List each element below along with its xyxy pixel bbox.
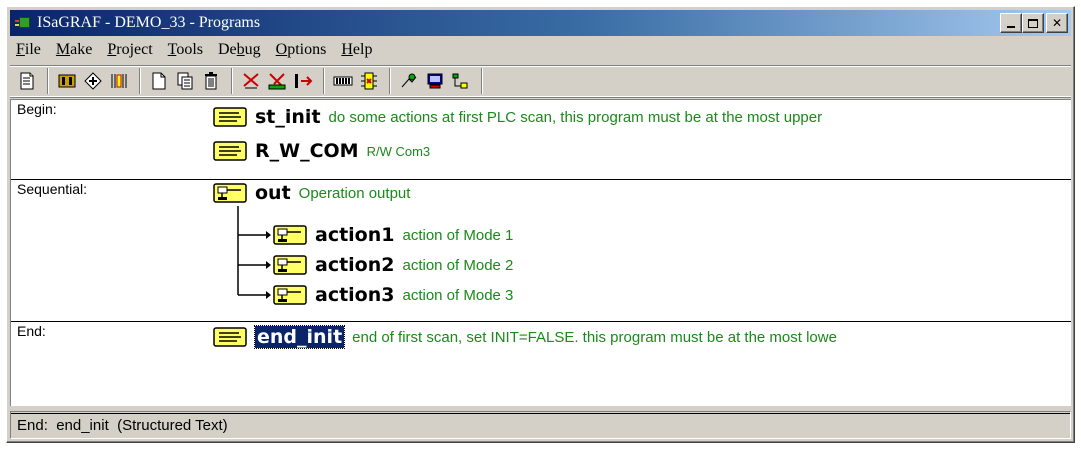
- program-out[interactable]: out Operation output: [213, 182, 410, 204]
- toolbar-separator: [323, 68, 325, 94]
- menu-tools[interactable]: Tools: [168, 41, 203, 59]
- new-program-button[interactable]: [147, 69, 171, 93]
- menu-project[interactable]: Project: [107, 41, 152, 59]
- program-name: action1: [315, 224, 395, 246]
- delete-program-button[interactable]: [199, 69, 223, 93]
- simulate-icon: [333, 76, 353, 86]
- status-bar: End: end_init (Structured Text): [10, 411, 1071, 439]
- program-description: action of Mode 3: [402, 286, 514, 304]
- maximize-button[interactable]: [1022, 13, 1044, 33]
- title-bar[interactable]: ISaGRAF - DEMO_33 - Programs ✕: [10, 10, 1071, 36]
- compile-button[interactable]: [81, 69, 105, 93]
- isagraf-app-icon[interactable]: [14, 14, 34, 32]
- archive-icon: [401, 73, 417, 88]
- edit-description-button[interactable]: [15, 69, 39, 93]
- minimize-button[interactable]: [1000, 13, 1022, 33]
- toolbar-separator: [481, 68, 483, 94]
- program-name: R_W_COM: [255, 140, 359, 162]
- minimize-icon: [1007, 26, 1015, 28]
- program-r-w-com[interactable]: R_W_COM R/W Com3: [213, 140, 430, 162]
- close-button[interactable]: ✕: [1046, 13, 1068, 33]
- dictionary-button[interactable]: [55, 69, 79, 93]
- compile-icon: [84, 72, 102, 90]
- program-list[interactable]: Begin: st_init do some actions at first …: [10, 99, 1071, 414]
- program-description: do some actions at first PLC scan, this …: [328, 108, 823, 126]
- begin-section-label: Begin:: [17, 101, 57, 117]
- st-program-icon: [213, 327, 247, 347]
- close-icon: ✕: [1051, 16, 1063, 30]
- link-button[interactable]: [291, 69, 315, 93]
- program-name-selected: end_init: [253, 325, 346, 349]
- make-icon: [243, 73, 259, 89]
- program-name: action3: [315, 284, 395, 306]
- begin-section: Begin: st_init do some actions at first …: [11, 100, 1071, 180]
- library-icon: [452, 73, 468, 89]
- menu-options[interactable]: Options: [276, 41, 327, 59]
- io-connection-icon: [111, 74, 127, 88]
- sfc-program-icon: [273, 285, 307, 305]
- debug-icon: [361, 72, 377, 90]
- verify-icon: [268, 73, 286, 90]
- toolbar-separator: [389, 68, 391, 94]
- terminal-icon: [427, 73, 443, 89]
- menu-file[interactable]: File: [16, 41, 41, 59]
- io-connection-button[interactable]: [107, 69, 131, 93]
- program-description: action of Mode 1: [402, 226, 514, 244]
- edit-description-icon: [20, 72, 34, 90]
- toolbar-separator: [47, 68, 49, 94]
- toolbar: [10, 65, 1071, 97]
- archive-button[interactable]: [397, 69, 421, 93]
- new-program-icon: [152, 72, 166, 90]
- program-name: action2: [315, 254, 395, 276]
- program-description: action of Mode 2: [402, 256, 514, 274]
- program-description: Operation output: [298, 184, 411, 202]
- program-description: end of first scan, set INIT=FALSE. this …: [352, 328, 837, 346]
- program-name: out: [255, 182, 291, 204]
- program-action1[interactable]: action1 action of Mode 1: [273, 224, 513, 246]
- program-action2[interactable]: action2 action of Mode 2: [273, 254, 513, 276]
- debug-button[interactable]: [357, 69, 381, 93]
- program-st-init[interactable]: st_init do some actions at first PLC sca…: [213, 106, 822, 128]
- terminal-button[interactable]: [423, 69, 447, 93]
- link-icon: [295, 74, 313, 88]
- menu-make[interactable]: Make: [56, 41, 92, 59]
- program-name: st_init: [255, 106, 321, 128]
- menu-bar: File Make Project Tools Debug Options He…: [10, 37, 1071, 63]
- make-button[interactable]: [239, 69, 263, 93]
- program-description: R/W Com3: [366, 143, 431, 159]
- sfc-program-icon: [273, 255, 307, 275]
- program-action3[interactable]: action3 action of Mode 3: [273, 284, 513, 306]
- sequential-section-label: Sequential:: [17, 181, 88, 197]
- maximize-icon: [1028, 18, 1038, 28]
- end-section-label: End:: [17, 323, 46, 339]
- program-end-init[interactable]: end_init end of first scan, set INIT=FAL…: [213, 325, 837, 349]
- verify-button[interactable]: [265, 69, 289, 93]
- window-title: ISaGRAF - DEMO_33 - Programs: [37, 14, 261, 31]
- end-section: End: end_init end of first scan, set INI…: [11, 322, 1071, 414]
- copy-program-button[interactable]: [173, 69, 197, 93]
- st-program-icon: [213, 141, 247, 161]
- toolbar-separator: [231, 68, 233, 94]
- app-window: ISaGRAF - DEMO_33 - Programs ✕ File Make…: [6, 6, 1075, 443]
- menu-help[interactable]: Help: [341, 41, 372, 59]
- sequential-section: Sequential: out Operation output action1…: [11, 180, 1071, 322]
- dictionary-icon: [58, 74, 76, 88]
- sfc-program-icon: [273, 225, 307, 245]
- copy-program-icon: [177, 72, 193, 90]
- menu-debug[interactable]: Debug: [218, 41, 261, 59]
- st-program-icon: [213, 107, 247, 127]
- sfc-program-icon: [213, 183, 247, 203]
- delete-program-icon: [205, 72, 217, 90]
- library-button[interactable]: [449, 69, 473, 93]
- toolbar-separator: [139, 68, 141, 94]
- simulate-button[interactable]: [331, 69, 355, 93]
- status-text: End: end_init (Structured Text): [17, 416, 228, 434]
